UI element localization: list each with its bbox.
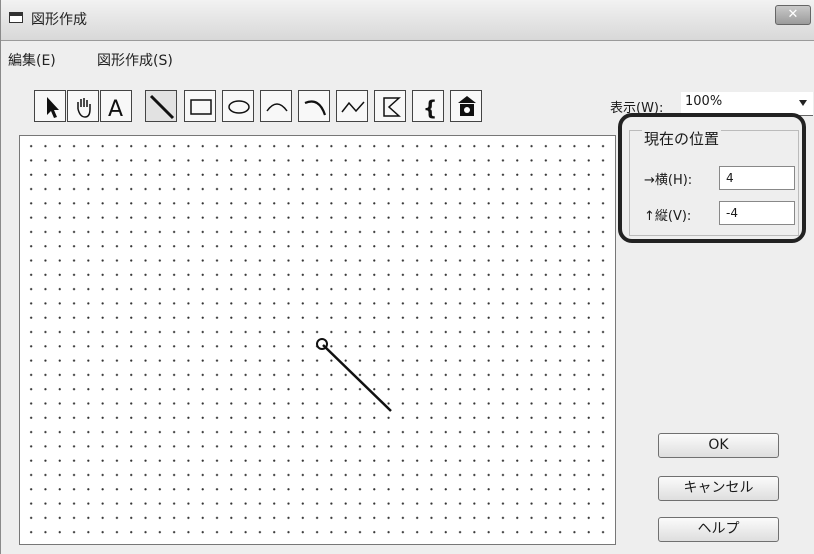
ok-button[interactable]: OK [658,433,779,458]
line-tool-button[interactable] [145,90,177,122]
help-button[interactable]: ヘルプ [658,517,779,542]
brace-tool-icon: { [423,96,437,120]
ellipse-tool-icon [228,100,250,114]
vertical-field[interactable]: -4 [719,201,795,225]
zoom-value: 100% [685,94,723,109]
text-tool-icon: A [108,97,123,122]
position-title: 現在の位置 [642,128,722,149]
vertical-label: ↑縦(V): [644,209,692,224]
horizontal-field[interactable]: 4 [719,166,795,190]
app-icon [9,12,23,23]
title-bar: 図形作成 ✕ [1,0,814,41]
line-start-handle[interactable] [316,338,328,350]
text-tool-button[interactable]: A [100,90,132,122]
window-title: 図形作成 [31,12,87,28]
horizontal-label: →横(H): [644,173,693,188]
brace-tool-button[interactable]: { [412,90,444,122]
dialog-window: 図形作成 ✕ 編集(E) 図形作成(S) A {表示(W): 100% 現在の… [0,0,814,554]
menu-edit[interactable]: 編集(E) [8,50,56,70]
menu-create-shape[interactable]: 図形作成(S) [97,50,173,70]
polygon-tool-button[interactable] [374,90,406,122]
polyline-tool-button[interactable] [336,90,368,122]
stamp-tool-button[interactable] [450,90,482,122]
select-tool-button[interactable] [34,90,66,122]
cancel-button[interactable]: キャンセル [658,476,779,501]
close-button[interactable]: ✕ [775,5,811,25]
polygon-tool-icon [383,97,401,117]
hand-tool-icon [77,98,91,118]
curve-tool-button[interactable] [298,90,330,122]
svg-text:{: { [423,96,437,120]
select-arrow-tool-icon [47,97,59,118]
menu-bar: 編集(E) 図形作成(S) [1,42,814,69]
ellipse-tool-button[interactable] [222,90,254,122]
drawing-canvas[interactable] [19,135,616,545]
chevron-down-icon [799,100,807,106]
drawn-line[interactable] [322,344,392,412]
rectangle-tool-icon [190,99,212,115]
rectangle-tool-button[interactable] [184,90,216,122]
stamp-tool-icon [458,96,476,116]
svg-text:A: A [108,97,123,122]
arc-tool-icon [266,103,288,112]
curve-tool-icon [304,100,327,116]
polyline-tool-icon [341,101,365,113]
arc-tool-button[interactable] [260,90,292,122]
position-callout: 現在の位置 →横(H): 4 ↑縦(V): -4 [618,113,806,243]
line-tool-icon [149,94,175,120]
hand-tool-button[interactable] [67,90,99,122]
canvas-drawing-layer [316,338,392,412]
